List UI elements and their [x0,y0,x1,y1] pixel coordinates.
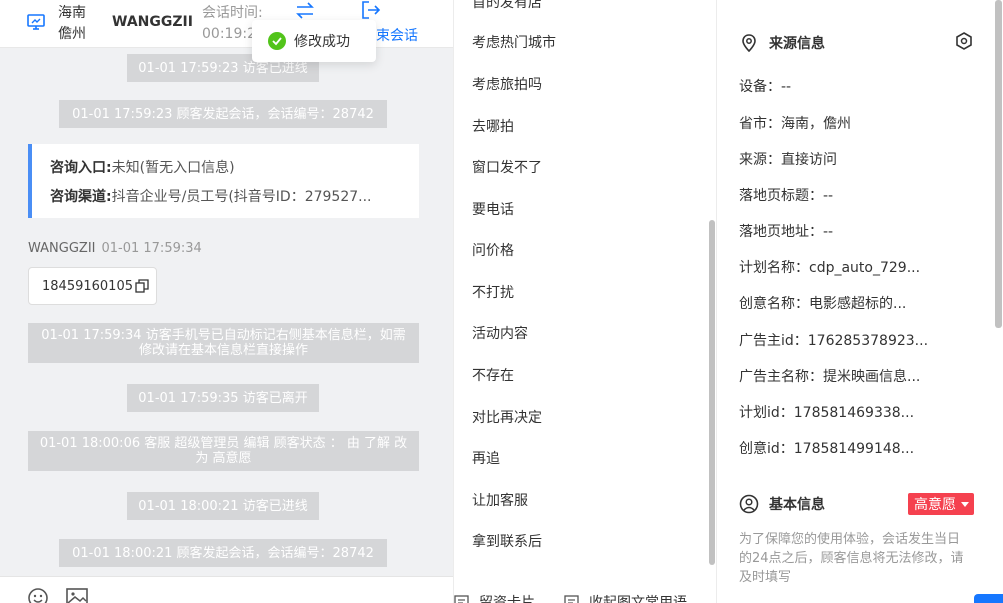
system-message: 01-01 18:00:21 访客已进线 [127,492,319,520]
message-time: 01-01 17:59:34 [101,241,202,256]
quick-reply-panel: 首的发有店 考虑热门城市 考虑旅拍吗 去哪拍 窗口发不了 要电话 问价格 不打扰… [453,0,717,603]
quick-reply-item[interactable]: 让加客服 [472,490,528,510]
emoji-icon[interactable] [27,587,49,603]
consult-channel-value: 抖音企业号/员工号(抖音号ID：279527... [111,189,372,205]
system-message: 01-01 17:59:23 顾客发起会话，会话编号：28742 [59,100,387,128]
success-toast: 修改成功 [252,20,376,62]
check-circle-icon [268,32,286,50]
quick-reply-footer: 留资卡片 收起图文常用语 [454,580,716,603]
system-message: 01-01 17:59:35 访客已离开 [127,384,319,412]
field-plan-name: 计划名称：cdp_auto_729... [739,260,921,276]
quick-reply-item[interactable]: 去哪拍 [472,116,514,136]
message-bubble[interactable]: 18459160105 [28,267,157,305]
monitor-icon [27,14,45,30]
quick-reply-item[interactable]: 不打扰 [472,282,514,302]
edit-deadline-notice: 为了保障您的使用体验，会话发生当日的24点之后，顾客信息将无法修改，请及时填写 [739,532,964,585]
consult-info-card: 咨询入口:未知(暂无入口信息) 咨询渠道:抖音企业号/员工号(抖音号ID：279… [28,144,419,218]
field-source: 来源：直接访问 [739,152,837,168]
lead-card-label: 留资卡片 [479,595,535,603]
source-info-title: 来源信息 [739,33,825,53]
consult-entry-value: 未知(暂无入口信息) [111,160,235,176]
visitor-province: 海南 [58,5,86,21]
collapse-phrases-label: 收起图文常用语 [589,595,687,603]
basic-info-title: 基本信息 [739,494,825,514]
visitor-location: 海南 儋州 [58,3,86,45]
quick-reply-item[interactable]: 窗口发不了 [472,157,542,177]
document-icon [454,594,469,603]
visitor-name: WANGGZII [112,14,193,30]
user-circle-icon [739,494,759,514]
quick-reply-item[interactable]: 首的发有店 [472,0,542,12]
message-meta: WANGGZII 01-01 17:59:34 [28,241,202,256]
image-icon[interactable] [65,587,89,603]
intent-status-value: 高意愿 [914,497,956,513]
field-province-city: 省市：海南，儋州 [739,116,851,132]
consult-entry-key: 咨询入口: [50,160,112,176]
quick-reply-item[interactable]: 再追 [472,448,500,468]
field-landing-url: 落地页地址：-- [739,224,834,240]
quick-reply-item[interactable]: 要电话 [472,199,514,219]
chat-panel: 海南 儋州 WANGGZII 会话时间: 00:19:2 束会话 01-01 1… [0,0,453,603]
field-advertiser-id: 广告主id：176285378923... [739,333,929,349]
field-landing-title: 落地页标题：-- [739,188,834,204]
system-message: 01-01 17:59:34 访客手机号已自动标记右侧基本信息栏，如需修改请在基… [28,323,419,363]
location-pin-icon [742,34,756,53]
copy-icon[interactable] [135,279,149,293]
quick-reply-item[interactable]: 对比再决定 [472,407,542,427]
transfer-icon[interactable] [294,1,316,21]
caret-down-icon [961,501,969,507]
toast-text: 修改成功 [294,34,350,50]
quick-reply-item[interactable]: 活动内容 [472,323,528,343]
corner-tab[interactable] [974,594,1003,603]
lead-card-button[interactable]: 留资卡片 [454,592,535,603]
visitor-city: 儋州 [58,26,86,42]
source-info-label: 来源信息 [769,36,825,52]
document-icon [564,594,579,603]
message-text: 18459160105 [42,278,133,294]
quick-reply-item[interactable]: 问价格 [472,240,514,260]
field-device: 设备：-- [739,79,792,95]
field-advertiser-name: 广告主名称：提米映画信息... [739,369,921,385]
visitor-info-panel: 来源信息 设备：-- 省市：海南，儋州 来源：直接访问 落地页标题：-- 落地页… [718,0,1003,603]
intent-status-dropdown[interactable]: 高意愿 [908,493,974,515]
system-message: 01-01 18:00:06 客服 超级管理员 编辑 顾客状态 ： 由 了解 改… [28,431,419,471]
chat-header: 海南 儋州 WANGGZII 会话时间: 00:19:2 束会话 [0,0,453,48]
settings-hex-icon[interactable] [954,31,974,51]
consult-channel-row: 咨询渠道:抖音企业号/员工号(抖音号ID：279527... [50,183,416,212]
chat-input-toolbar [0,576,453,603]
quick-reply-scrollbar[interactable] [709,220,715,565]
quick-reply-item[interactable]: 考虑旅拍吗 [472,74,542,94]
field-creative-name: 创意名称：电影感超标的... [739,296,907,312]
consult-channel-key: 咨询渠道: [50,189,112,205]
field-creative-id: 创意id：178581499148... [739,441,915,457]
quick-reply-item[interactable]: 拿到联系后 [472,531,542,551]
message-author: WANGGZII [28,241,96,256]
consult-entry-row: 咨询入口:未知(暂无入口信息) [50,154,416,183]
quick-reply-item[interactable]: 不存在 [472,365,514,385]
collapse-phrases-button[interactable]: 收起图文常用语 [564,592,687,603]
info-panel-scrollbar[interactable] [995,0,1002,328]
quick-reply-item[interactable]: 考虑热门城市 [472,32,556,52]
end-session-icon[interactable] [360,0,382,20]
end-session-button[interactable]: 束会话 [376,25,418,45]
basic-info-label: 基本信息 [769,497,825,513]
system-message: 01-01 18:00:21 顾客发起会话，会话编号：28742 [59,539,387,567]
field-plan-id: 计划id：178581469338... [739,405,915,421]
